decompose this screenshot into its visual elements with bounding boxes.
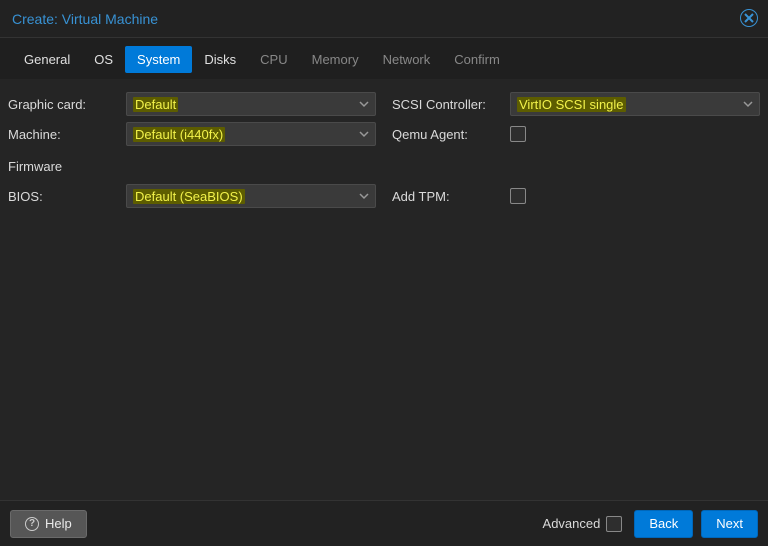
value-machine: Default (i440fx) [133, 127, 225, 142]
row-add-tpm: Add TPM: [392, 181, 760, 211]
label-graphic-card: Graphic card: [8, 97, 126, 112]
label-machine: Machine: [8, 127, 126, 142]
tab-cpu: CPU [248, 46, 299, 73]
form-area: Graphic card: Default Machine: Default (… [0, 79, 768, 500]
tab-general[interactable]: General [12, 46, 82, 73]
row-qemu-agent: Qemu Agent: [392, 119, 760, 149]
row-machine: Machine: Default (i440fx) [8, 119, 376, 149]
label-bios: BIOS: [8, 189, 126, 204]
tab-disks[interactable]: Disks [192, 46, 248, 73]
tab-system[interactable]: System [125, 46, 192, 73]
wizard-tabs: General OS System Disks CPU Memory Netwo… [0, 38, 768, 79]
chevron-down-icon [359, 191, 369, 201]
help-icon: ? [25, 517, 39, 531]
value-graphic-card: Default [133, 97, 178, 112]
advanced-toggle[interactable]: Advanced [543, 516, 623, 532]
chevron-down-icon [359, 129, 369, 139]
tab-os[interactable]: OS [82, 46, 125, 73]
label-scsi-controller: SCSI Controller: [392, 97, 510, 112]
heading-firmware: Firmware [8, 159, 62, 174]
window-titlebar: Create: Virtual Machine [0, 0, 768, 38]
value-bios: Default (SeaBIOS) [133, 189, 245, 204]
row-spacer [392, 151, 760, 181]
help-button[interactable]: ? Help [10, 510, 87, 538]
row-scsi-controller: SCSI Controller: VirtIO SCSI single [392, 89, 760, 119]
tab-network: Network [371, 46, 443, 73]
next-button[interactable]: Next [701, 510, 758, 538]
row-bios: BIOS: Default (SeaBIOS) [8, 181, 376, 211]
label-add-tpm: Add TPM: [392, 189, 510, 204]
close-icon[interactable] [740, 9, 758, 27]
row-firmware-heading: Firmware [8, 151, 376, 181]
select-machine[interactable]: Default (i440fx) [126, 122, 376, 146]
back-button-label: Back [649, 516, 678, 531]
help-button-label: Help [45, 516, 72, 531]
tab-confirm: Confirm [442, 46, 512, 73]
checkbox-qemu-agent[interactable] [510, 126, 526, 142]
chevron-down-icon [743, 99, 753, 109]
dialog-footer: ? Help Advanced Back Next [0, 500, 768, 546]
form-left-column: Graphic card: Default Machine: Default (… [8, 89, 384, 492]
select-bios[interactable]: Default (SeaBIOS) [126, 184, 376, 208]
next-button-label: Next [716, 516, 743, 531]
advanced-label: Advanced [543, 516, 601, 531]
value-scsi-controller: VirtIO SCSI single [517, 97, 626, 112]
checkbox-add-tpm[interactable] [510, 188, 526, 204]
back-button[interactable]: Back [634, 510, 693, 538]
tab-memory: Memory [300, 46, 371, 73]
form-right-column: SCSI Controller: VirtIO SCSI single Qemu… [384, 89, 760, 492]
chevron-down-icon [359, 99, 369, 109]
select-graphic-card[interactable]: Default [126, 92, 376, 116]
window-title: Create: Virtual Machine [12, 11, 158, 27]
checkbox-advanced[interactable] [606, 516, 622, 532]
row-graphic-card: Graphic card: Default [8, 89, 376, 119]
label-qemu-agent: Qemu Agent: [392, 127, 510, 142]
select-scsi-controller[interactable]: VirtIO SCSI single [510, 92, 760, 116]
